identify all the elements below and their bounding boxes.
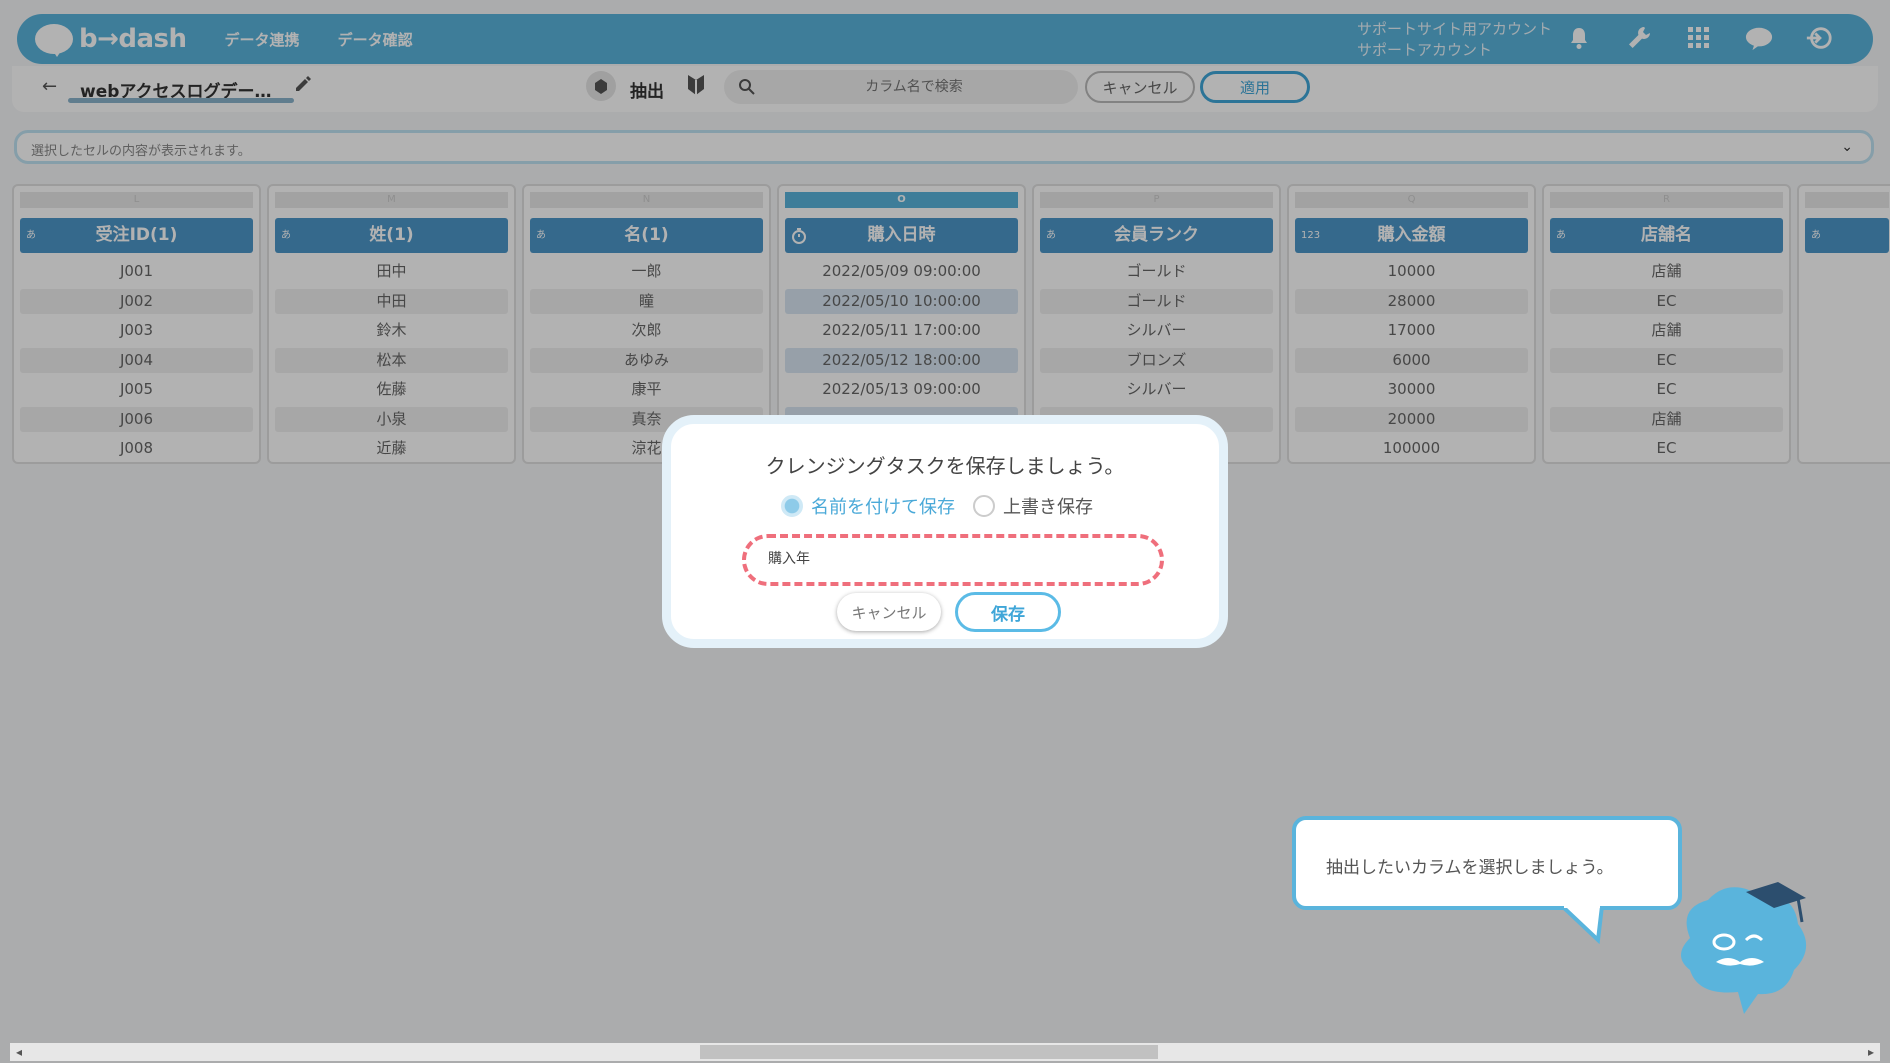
scroll-left-icon[interactable]: ◂ [16, 1043, 22, 1061]
radio-save-as-label[interactable]: 名前を付けて保存 [811, 493, 955, 519]
scroll-right-icon[interactable]: ▸ [1868, 1043, 1874, 1061]
radio-overwrite[interactable] [973, 495, 995, 517]
dialog-save-button[interactable]: 保存 [955, 592, 1061, 632]
scroll-thumb[interactable] [700, 1045, 1158, 1059]
dialog-title: クレンジングタスクを保存しましょう。 [765, 454, 1125, 478]
dialog-cancel-button[interactable]: キャンセル [837, 593, 941, 631]
task-name-field-highlight [742, 534, 1164, 586]
radio-save-as[interactable] [781, 495, 803, 517]
speech-bubble-tail [1560, 906, 1604, 944]
save-task-dialog: クレンジングタスクを保存しましょう。 名前を付けて保存 上書き保存 キャンセル … [662, 415, 1228, 648]
horizontal-scrollbar[interactable]: ◂ ▸ [10, 1043, 1880, 1061]
task-name-input[interactable] [768, 550, 1128, 566]
radio-overwrite-label[interactable]: 上書き保存 [1003, 493, 1093, 519]
guide-speech-bubble: 抽出したいカラムを選択しましょう。 [1292, 816, 1682, 910]
mascot-icon [1681, 882, 1807, 1014]
